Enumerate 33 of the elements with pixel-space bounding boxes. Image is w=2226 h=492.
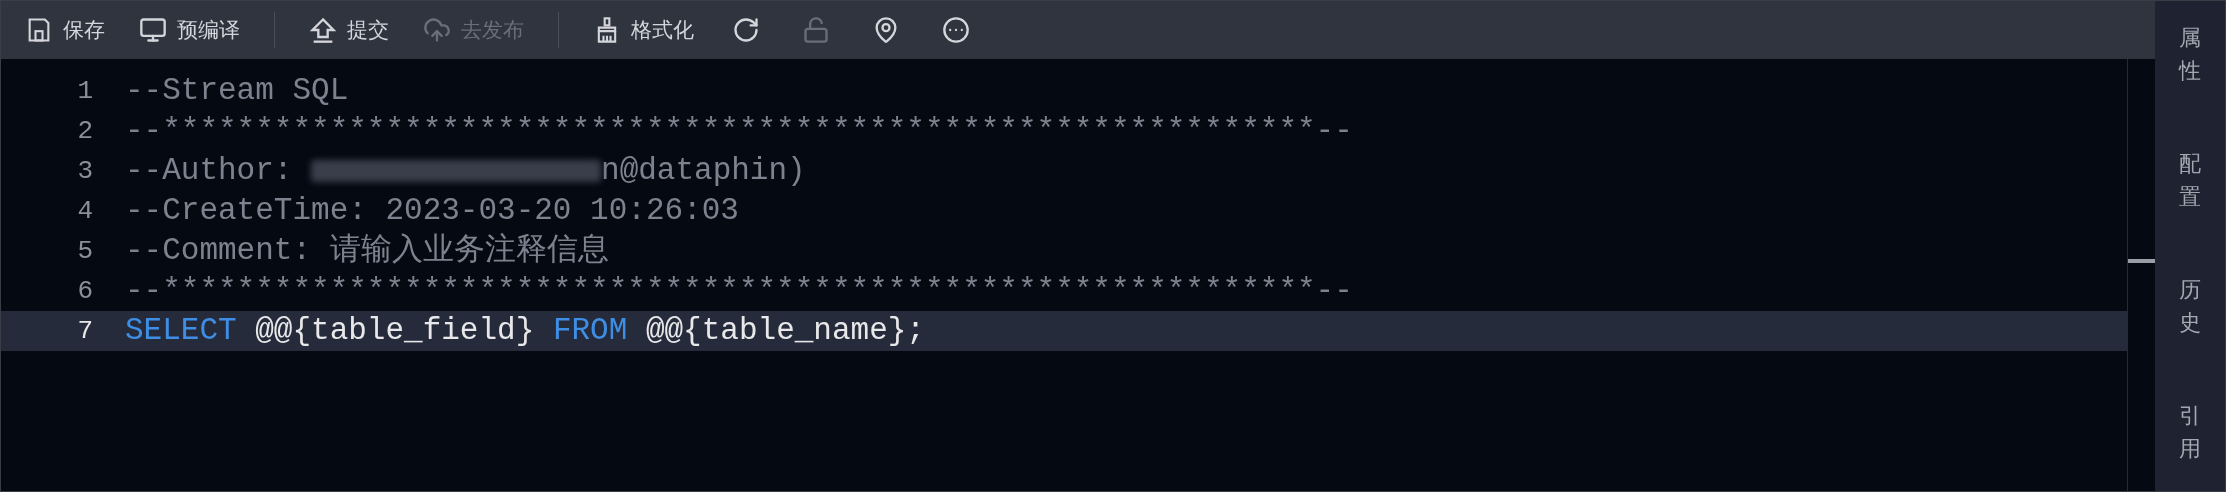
code-token: --Comment: 请输入业务注释信息 (125, 231, 609, 270)
code-token: FROM (552, 311, 628, 350)
refresh-icon (732, 16, 760, 44)
ruler-mark (2128, 259, 2155, 263)
line-number: 1 (76, 74, 93, 108)
monitor-icon (139, 16, 167, 44)
code-token: --CreateTime: 2023-03-20 10:26:03 (125, 191, 739, 230)
code-token: --Author: (125, 151, 294, 190)
unlock-icon (802, 16, 830, 44)
side-tab[interactable]: 历史 (2179, 273, 2201, 339)
toolbar-button[interactable]: 预编译 (139, 14, 240, 46)
line-number: 3 (76, 154, 93, 188)
code-token: @@{table_name}; (644, 311, 925, 350)
code-token: --**************************************************************-- (125, 271, 1353, 310)
more-icon (942, 16, 970, 44)
side-tab[interactable]: 属性 (2179, 21, 2201, 87)
line-number: 7 (76, 314, 93, 348)
code-token: SELECT (125, 311, 237, 350)
code-token: --Stream SQL (125, 71, 349, 110)
line-number: 6 (76, 274, 93, 308)
upload-arrow-icon (309, 16, 337, 44)
side-tab[interactable]: 引用 (2179, 399, 2201, 465)
line-number: 5 (76, 234, 93, 268)
code-token: @@{table_field} (254, 311, 536, 350)
line-number: 4 (76, 194, 93, 228)
code-token: n@dataphin) (601, 151, 806, 190)
toolbar-button[interactable]: 提交 (309, 14, 389, 46)
line-number: 2 (76, 114, 93, 148)
toolbar-button[interactable]: 保存 (25, 14, 105, 46)
cloud-upload-icon (423, 16, 451, 44)
side-tab[interactable]: 配置 (2179, 147, 2201, 213)
code-token: --**************************************************************-- (125, 111, 1353, 150)
toolbar-button[interactable]: 格式化 (593, 14, 694, 46)
